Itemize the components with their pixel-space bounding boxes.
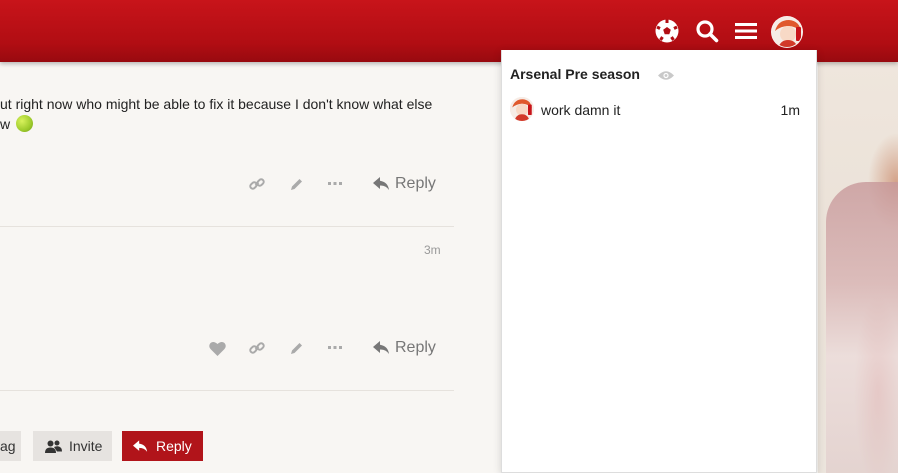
more-dots-icon[interactable]: [325, 336, 345, 360]
post-divider: [0, 390, 454, 391]
users-icon: [45, 440, 62, 453]
soccer-ball-icon[interactable]: [654, 16, 680, 46]
reply-button[interactable]: Reply: [373, 336, 436, 360]
invite-button[interactable]: Invite: [33, 431, 112, 461]
link-icon[interactable]: [247, 172, 267, 196]
flag-label: ag: [0, 438, 16, 454]
search-icon[interactable]: [694, 16, 720, 46]
tennis-ball-emoji-icon: [16, 115, 34, 132]
reply-arrow-icon: [373, 341, 389, 354]
reply-label: Reply: [395, 339, 436, 356]
like-heart-icon[interactable]: [207, 336, 227, 360]
edit-pencil-icon[interactable]: [286, 336, 306, 360]
notifications-panel: Arsenal Pre season work damn it 1m: [501, 50, 817, 473]
topic-reply-label: Reply: [156, 438, 192, 454]
post-time: 3m: [424, 243, 441, 257]
post-divider: [0, 226, 454, 227]
post-body: ut right now who might be able to fix it…: [0, 94, 450, 134]
notification-text: work damn it: [541, 102, 621, 118]
reply-button[interactable]: Reply: [373, 172, 436, 196]
post-actions: Reply: [0, 172, 454, 196]
invite-label: Invite: [69, 438, 103, 454]
background-player-figure: [826, 182, 898, 473]
post-actions: Reply: [0, 336, 454, 360]
user-avatar[interactable]: [771, 16, 803, 48]
topic-reply-button[interactable]: Reply: [122, 431, 203, 461]
link-icon[interactable]: [247, 336, 267, 360]
reply-label: Reply: [395, 175, 436, 192]
avatar: [510, 97, 534, 121]
panel-topic-title[interactable]: Arsenal Pre season: [510, 66, 640, 82]
hamburger-menu-icon[interactable]: [733, 16, 759, 46]
notification-item[interactable]: work damn it 1m: [508, 96, 808, 122]
flag-button[interactable]: ag: [0, 431, 21, 461]
post-text-line: w: [0, 116, 11, 132]
notification-time: 1m: [780, 102, 800, 118]
reply-arrow-icon: [373, 177, 389, 190]
eye-icon: [658, 68, 674, 86]
post-text-line: ut right now who might be able to fix it…: [0, 96, 433, 112]
more-dots-icon[interactable]: [325, 172, 345, 196]
edit-pencil-icon[interactable]: [286, 172, 306, 196]
reply-arrow-icon: [133, 439, 148, 452]
